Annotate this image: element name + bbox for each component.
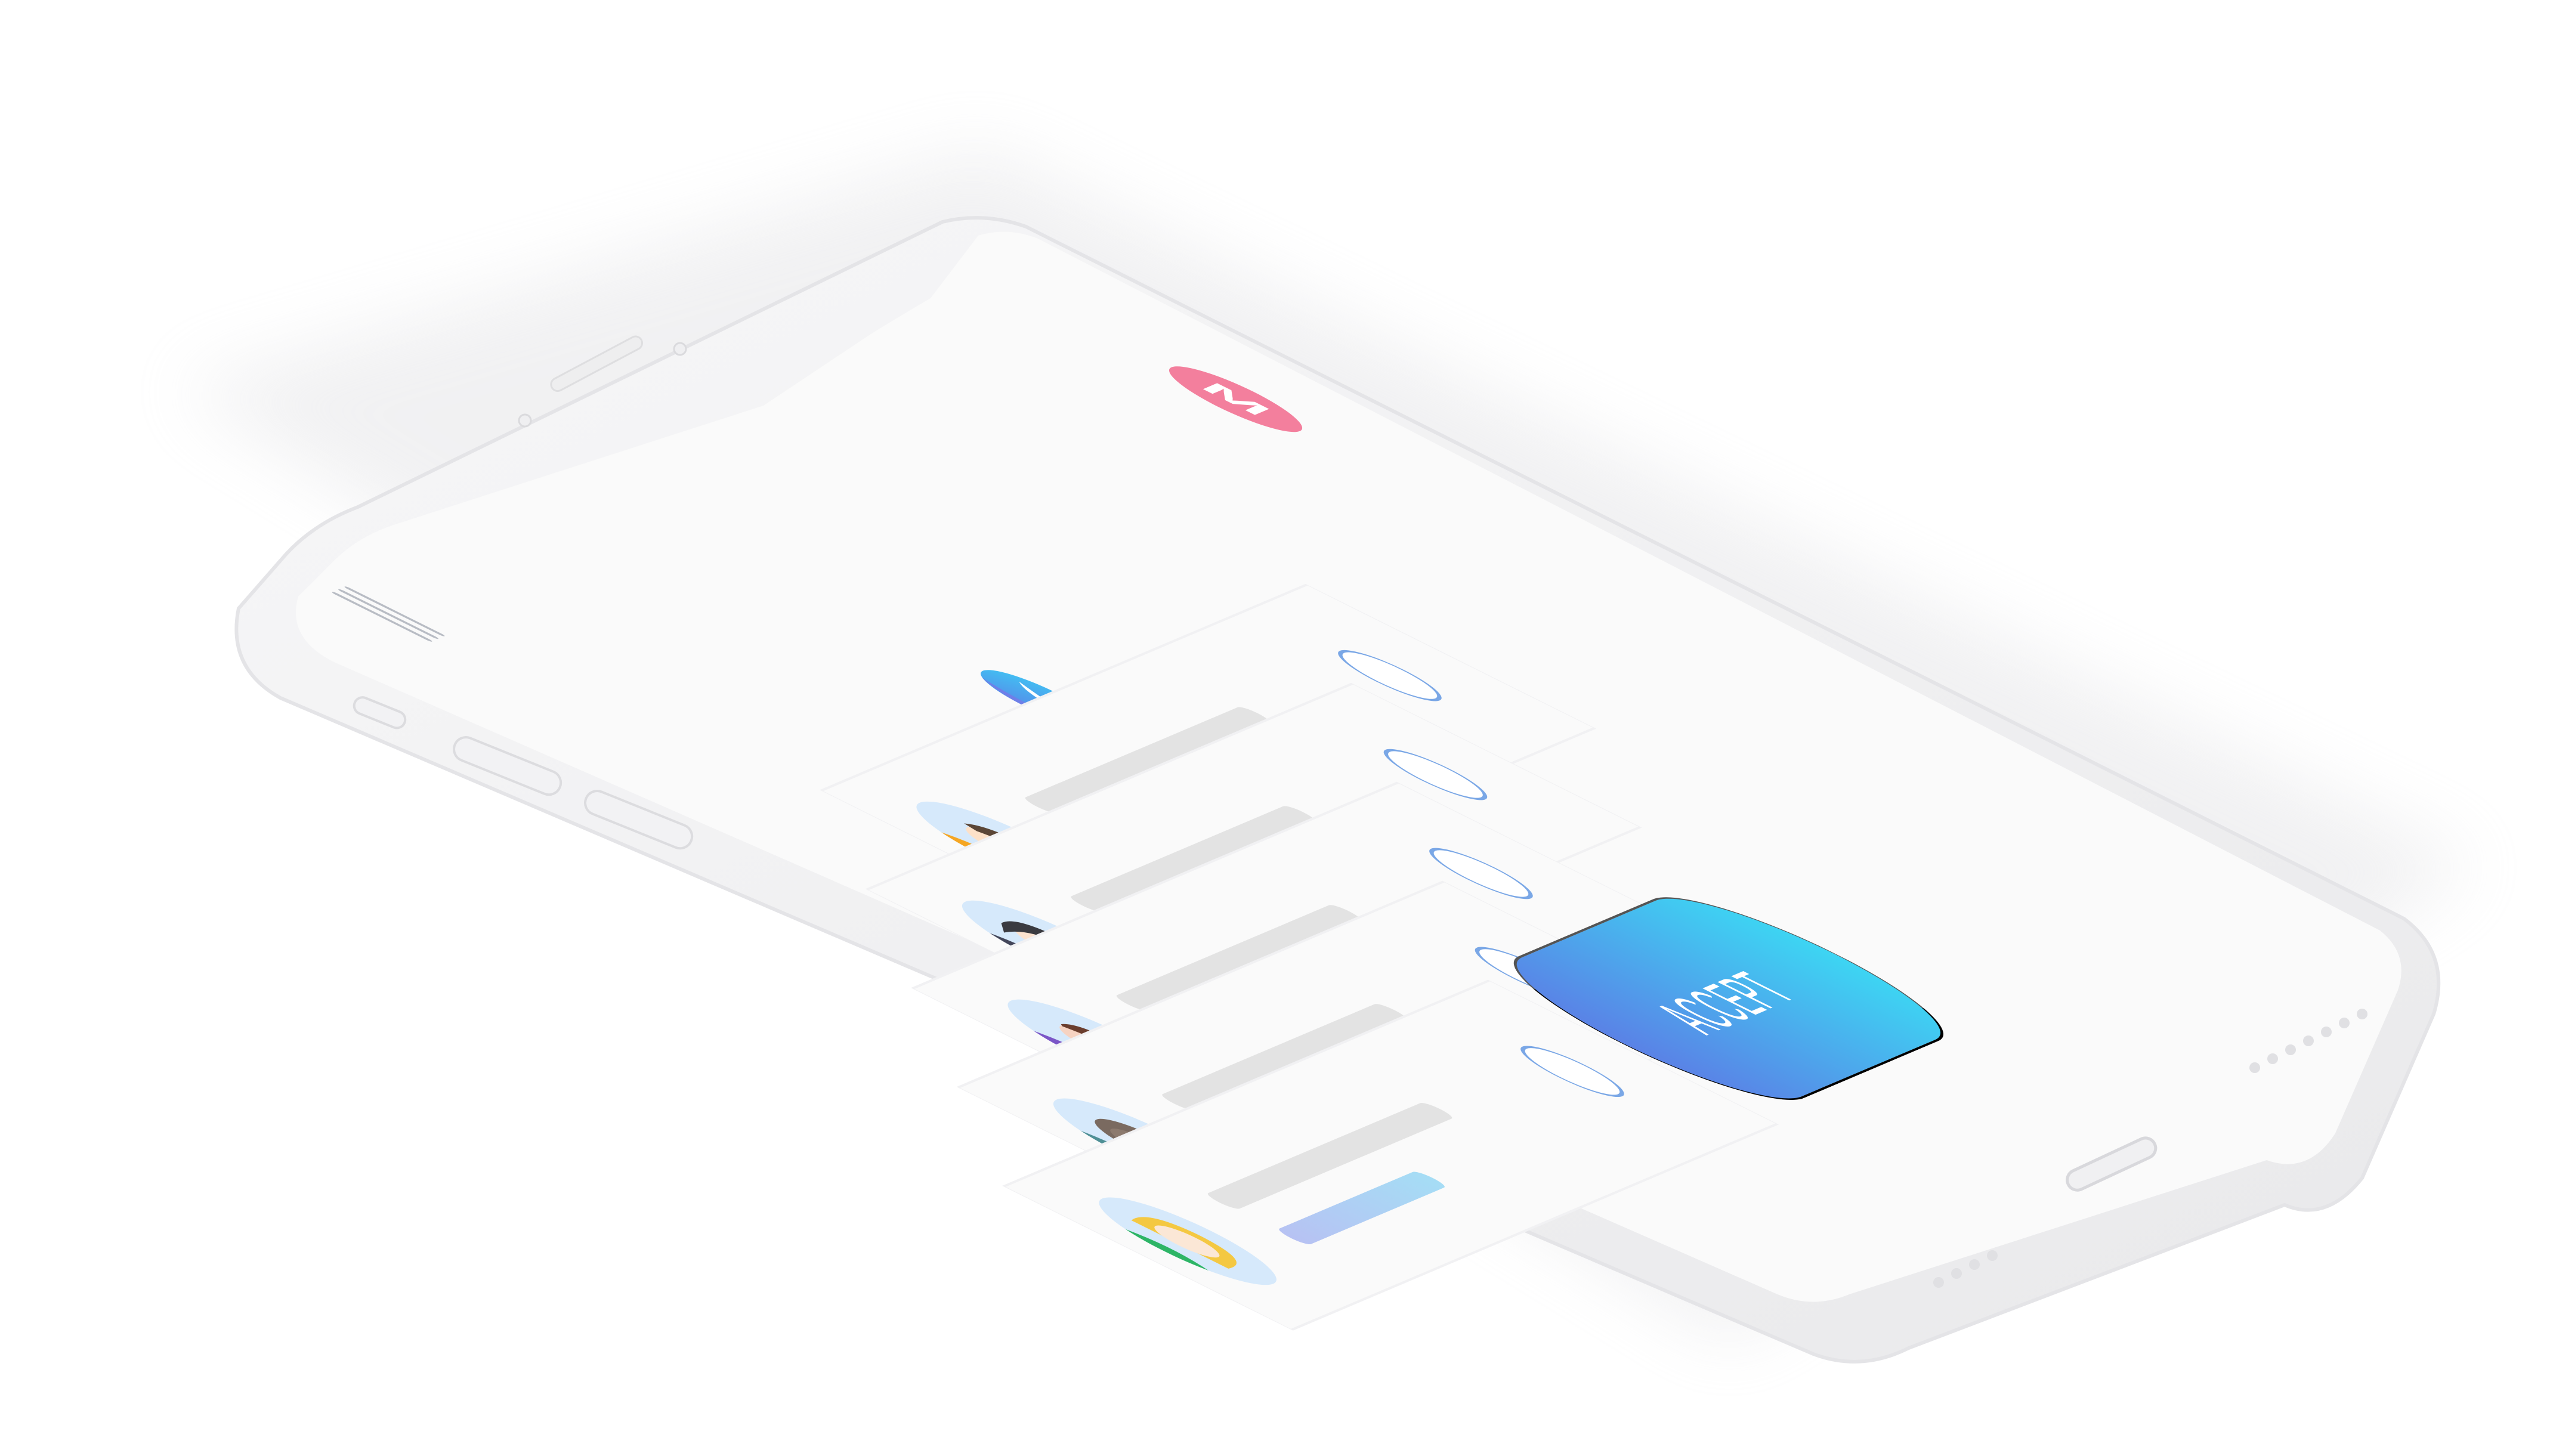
accept-button-label: ACCEPT xyxy=(1638,963,1815,1044)
menu-icon[interactable] xyxy=(326,585,450,644)
phone-stage: M Mediator Requests xyxy=(0,0,2553,1456)
user-avatar[interactable]: M xyxy=(1154,360,1318,439)
radio-icon[interactable] xyxy=(1509,1040,1636,1102)
